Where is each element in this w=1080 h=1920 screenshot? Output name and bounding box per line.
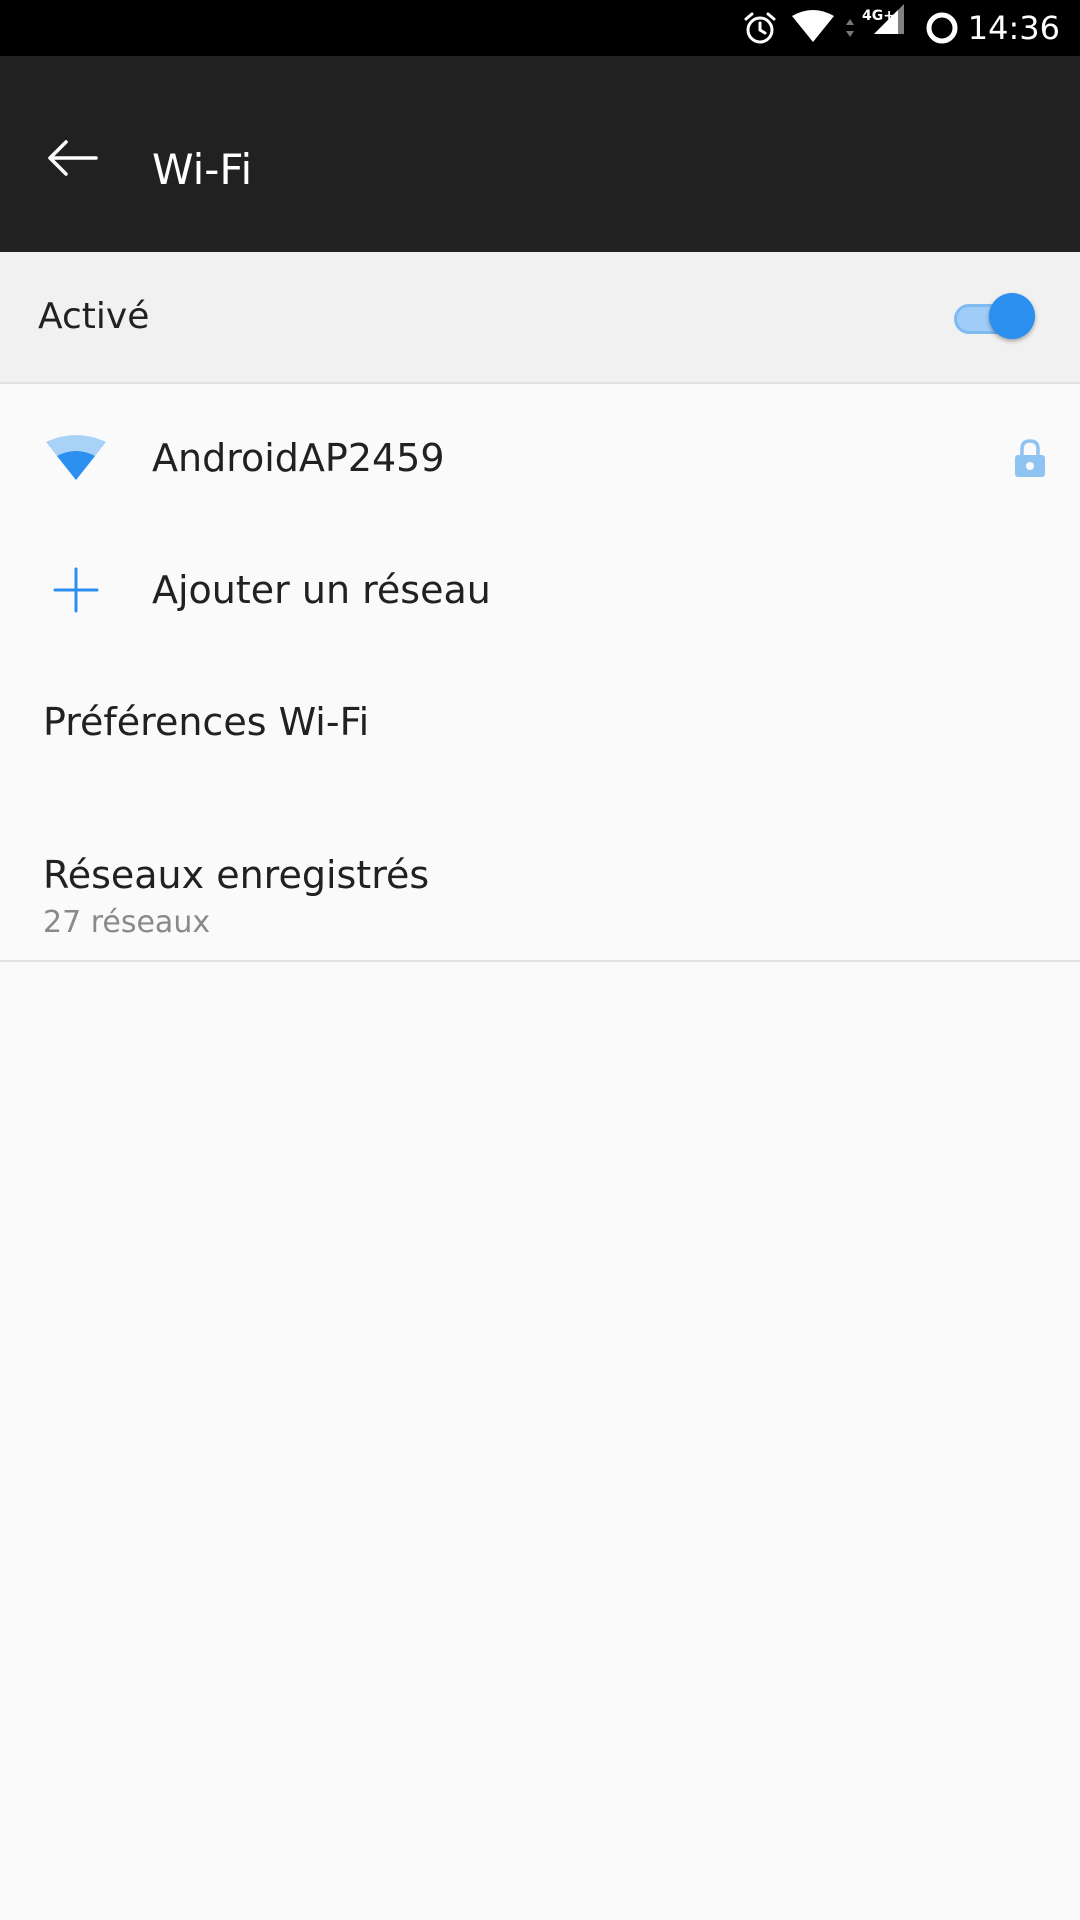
add-network-button[interactable]: Ajouter un réseau [0,524,1080,656]
switch-thumb [989,293,1035,339]
wifi-toggle-switch[interactable] [954,292,1036,340]
wifi-preferences-item[interactable]: Préférences Wi-Fi [0,656,1080,788]
cell-signal-icon: 4G+ [862,0,906,56]
status-time: 14:36 [967,9,1060,47]
wifi-signal-icon [38,392,114,524]
wifi-preferences-label: Préférences Wi-Fi [43,700,370,744]
saved-networks-item[interactable]: Réseaux enregistrés 27 réseaux [0,820,1080,962]
lock-icon [1010,392,1050,524]
plus-icon [38,524,114,656]
network-ssid: AndroidAP2459 [152,436,445,480]
wifi-signal-icon [790,0,836,56]
back-button[interactable] [30,118,114,202]
arrow-back-icon [46,140,98,180]
add-network-label: Ajouter un réseau [152,568,491,612]
network-item-androidap2459[interactable]: AndroidAP2459 [0,392,1080,524]
saved-networks-summary: 27 réseaux [43,905,211,940]
ring-icon [924,0,960,56]
status-bar: 4G+ 14:36 [0,0,1080,56]
data-arrows-icon [844,0,856,56]
saved-networks-title: Réseaux enregistrés [43,853,430,897]
master-switch-label: Activé [38,296,150,337]
page-title: Wi-Fi [152,145,253,194]
network-type-label: 4G+ [862,8,895,24]
wifi-master-switch-row[interactable]: Activé [0,252,1080,384]
alarm-icon [742,0,778,56]
